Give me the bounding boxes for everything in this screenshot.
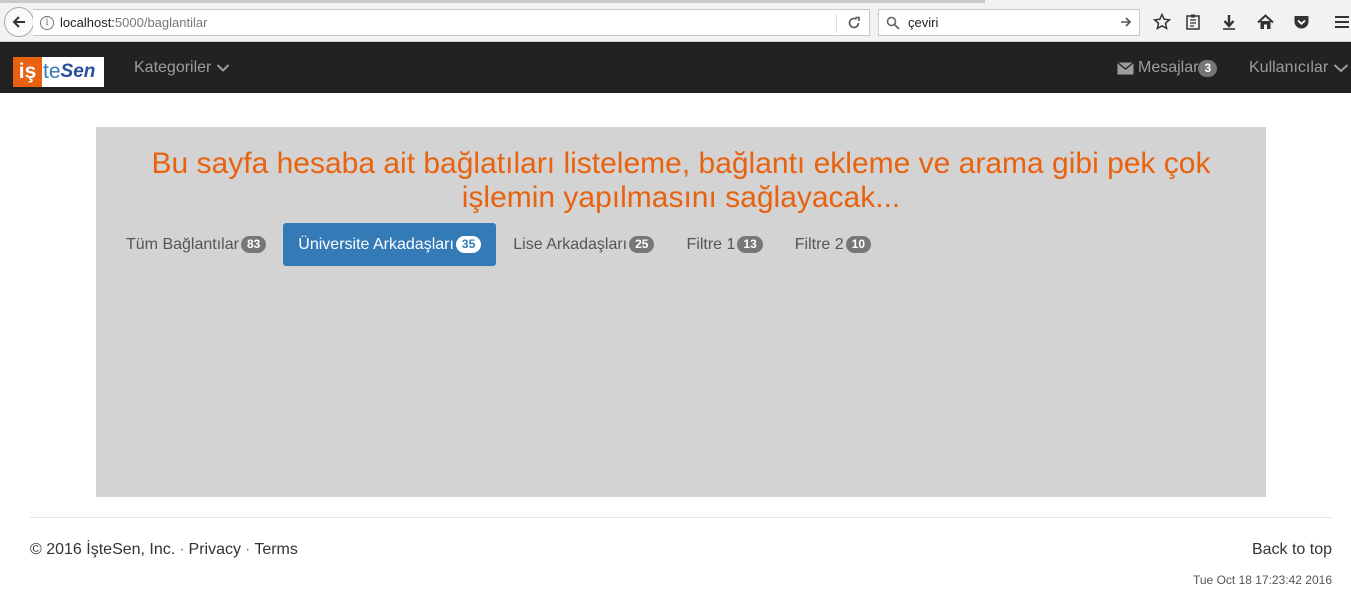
info-icon[interactable]: i: [40, 15, 54, 30]
chevron-down-icon: [1333, 64, 1349, 73]
go-arrow-icon[interactable]: [1119, 15, 1133, 29]
tab-label: Lise Arkadaşları: [513, 235, 628, 253]
tab-filtre-1[interactable]: Filtre 1 13: [671, 223, 777, 266]
logo-sen-text: Sen: [60, 61, 96, 82]
page-headline: Bu sayfa hesaba ait bağlatıları listelem…: [151, 147, 1211, 214]
home-icon[interactable]: [1254, 11, 1276, 33]
back-arrow-icon: [12, 16, 25, 28]
tab-tum-baglantilar[interactable]: Tüm Bağlantılar 83: [111, 223, 281, 266]
chevron-down-icon: [217, 64, 230, 72]
count-badge: 35: [455, 236, 482, 253]
copyright-text: © 2016 İşteSen, Inc.: [30, 541, 176, 558]
divider: [836, 14, 837, 33]
count-badge: 83: [240, 236, 267, 253]
separator: ·: [179, 541, 185, 558]
reading-list-icon[interactable]: [1182, 11, 1204, 33]
mesajlar-badge: 3: [1198, 59, 1218, 77]
tab-universite-arkadaslari[interactable]: Üniversite Arkadaşları 35: [283, 223, 497, 266]
connections-panel: Bu sayfa hesaba ait bağlatıları listelem…: [96, 127, 1266, 497]
search-input[interactable]: çeviri: [908, 15, 938, 30]
logo-is-text: iş: [13, 57, 42, 87]
bookmark-star-icon[interactable]: [1151, 11, 1173, 33]
back-to-top-link[interactable]: Back to top: [1252, 541, 1332, 559]
terms-link[interactable]: Terms: [254, 541, 298, 558]
download-icon[interactable]: [1218, 11, 1240, 33]
address-bar[interactable]: i localhost:5000/baglantilar: [33, 9, 870, 36]
privacy-link[interactable]: Privacy: [189, 541, 241, 558]
kullanicilar-label: Kullanıcılar: [1249, 59, 1329, 76]
server-timestamp: Tue Oct 18 17:23:42 2016: [1193, 573, 1332, 587]
count-badge: 10: [845, 236, 872, 253]
tab-label: Üniversite Arkadaşları: [298, 235, 454, 253]
mesajlar-link[interactable]: Mesajlar 3: [1117, 59, 1218, 77]
kullanicilar-dropdown[interactable]: Kullanıcılar: [1249, 59, 1349, 77]
menu-icon[interactable]: [1331, 11, 1351, 33]
count-badge: 25: [629, 236, 655, 253]
envelope-icon: [1117, 61, 1134, 74]
logo-te-text: te: [43, 60, 61, 83]
tab-filtre-2[interactable]: Filtre 2 10: [780, 223, 886, 266]
reload-icon[interactable]: [845, 14, 863, 32]
back-button[interactable]: [4, 7, 34, 37]
footer-links: © 2016 İşteSen, Inc. · Privacy · Terms: [30, 541, 298, 559]
tab-label: Tüm Bağlantılar: [126, 235, 239, 253]
connection-filter-tabs: Tüm Bağlantılar 83 Üniversite Arkadaşları…: [111, 223, 888, 266]
search-icon: [886, 16, 900, 30]
mesajlar-label: Mesajlar: [1138, 59, 1199, 76]
count-badge: 13: [737, 236, 763, 253]
site-navbar: iş te Sen Kategoriler Mesajlar 3 Kullanıcıl…: [0, 42, 1351, 93]
separator: ·: [245, 541, 251, 558]
search-bar[interactable]: çeviri: [878, 9, 1140, 36]
pocket-icon[interactable]: [1290, 11, 1312, 33]
tab-label: Filtre 1: [686, 235, 736, 253]
browser-toolbar: i localhost:5000/baglantilar çeviri: [0, 0, 1351, 42]
tab-strip: [0, 0, 985, 3]
url-text: localhost:5000/baglantilar: [60, 15, 208, 30]
kategoriler-label: Kategoriler: [134, 59, 212, 76]
tab-label: Filtre 2: [794, 235, 844, 253]
kategoriler-dropdown[interactable]: Kategoriler: [134, 59, 230, 77]
isteSen-logo[interactable]: iş te Sen: [13, 57, 104, 87]
footer-divider: [30, 517, 1332, 518]
tab-lise-arkadaslari[interactable]: Lise Arkadaşları 25: [498, 223, 669, 266]
